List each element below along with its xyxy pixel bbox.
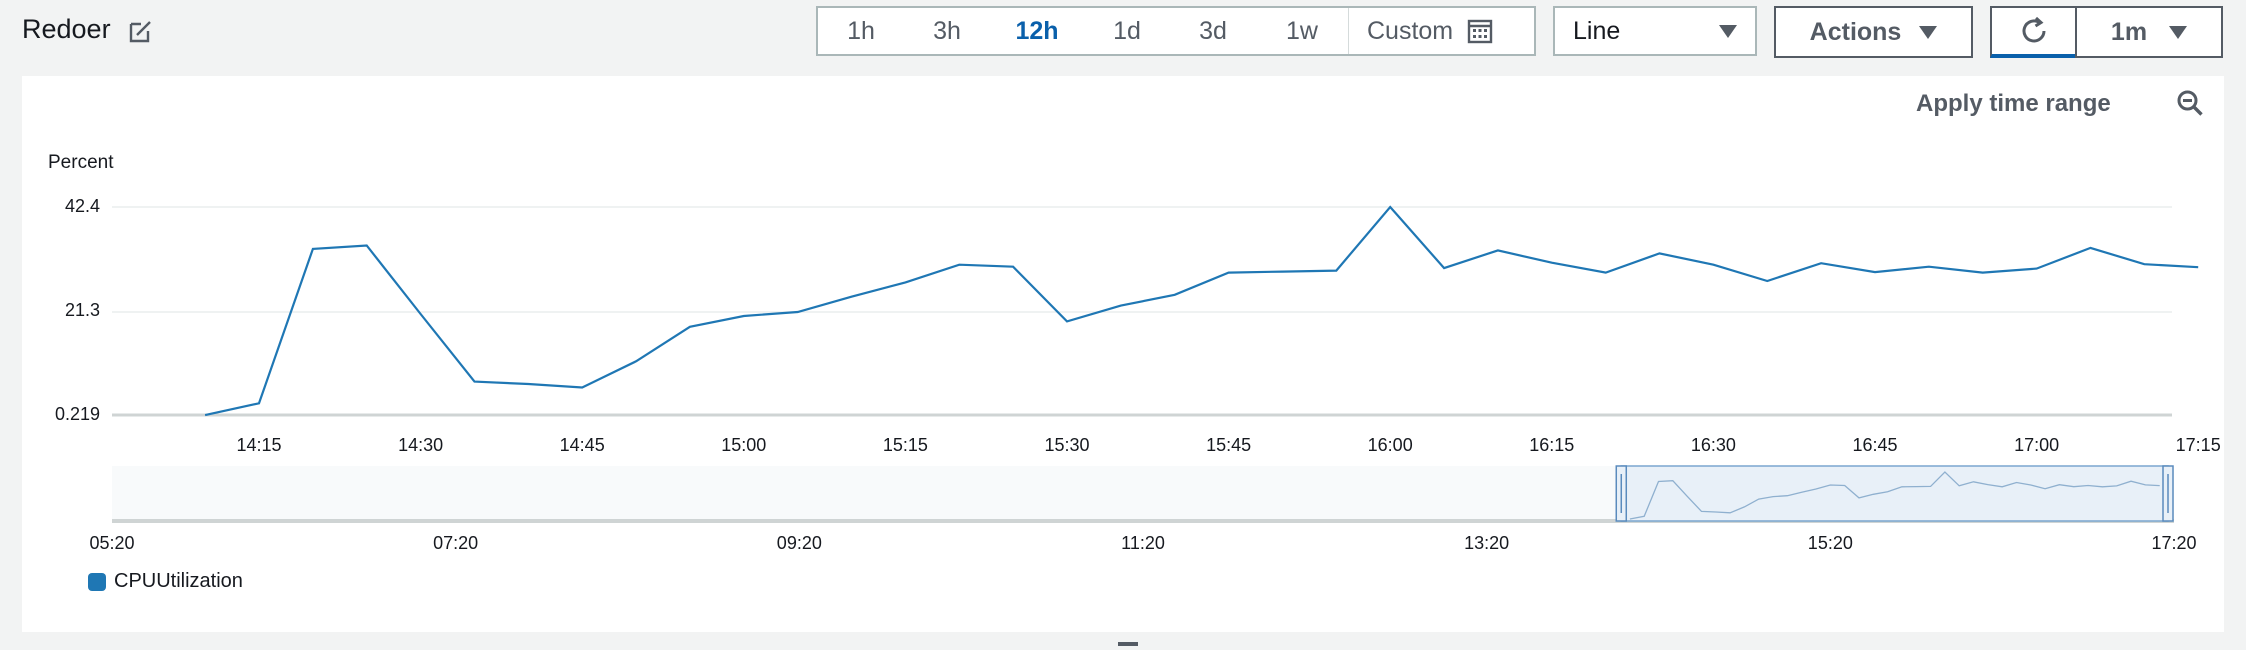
x-tick: 15:30: [1044, 435, 1090, 455]
apply-time-range-button[interactable]: Apply time range: [1916, 90, 2111, 118]
chart-legend[interactable]: CPUUtilization: [88, 570, 243, 593]
x-tick: 16:30: [1690, 435, 1736, 455]
y-tick: 0.219: [54, 404, 100, 424]
navigator-x-tick: 13:20: [1464, 533, 1510, 553]
time-range-1h[interactable]: 1h: [818, 8, 904, 54]
actions-button[interactable]: Actions: [1774, 6, 1973, 58]
x-tick: 17:00: [2014, 435, 2060, 455]
refresh-interval-value: 1m: [2110, 17, 2148, 46]
x-tick: 16:00: [1367, 435, 1413, 455]
x-tick: 16:15: [1529, 435, 1575, 455]
edit-icon[interactable]: [128, 18, 154, 44]
x-tick: 15:00: [721, 435, 767, 455]
y-tick: 21.3: [64, 300, 100, 320]
time-range-selector: 1h 3h 12h 1d 3d 1w Custom: [816, 6, 1536, 56]
navigator-x-tick: 07:20: [433, 533, 479, 553]
x-tick: 15:15: [882, 435, 928, 455]
navigator-x-tick: 11:20: [1121, 533, 1165, 553]
chevron-down-icon: [1719, 24, 1737, 38]
refresh-button[interactable]: [1990, 6, 2077, 58]
chevron-down-icon: [1919, 25, 1938, 39]
calendar-icon: [1467, 19, 1493, 44]
refresh-interval-select[interactable]: 1m: [2075, 6, 2223, 58]
navigator-x-tick: 17:20: [2151, 533, 2197, 553]
dashboard-title: Redoer: [22, 14, 111, 44]
navigator-x-tick: 09:20: [776, 533, 822, 553]
time-range-1w[interactable]: 1w: [1256, 8, 1348, 54]
x-tick: 14:15: [236, 435, 282, 455]
x-tick: 16:45: [1852, 435, 1898, 455]
x-tick: 15:45: [1206, 435, 1252, 455]
legend-swatch: [88, 572, 106, 591]
y-tick: 42.4: [64, 196, 100, 216]
custom-range-button[interactable]: Custom: [1348, 8, 1511, 54]
actions-label: Actions: [1809, 17, 1902, 46]
x-tick: 14:30: [398, 435, 444, 455]
navigator-x-tick: 15:20: [1807, 533, 1853, 553]
time-range-3h[interactable]: 3h: [904, 8, 990, 54]
chart-type-select[interactable]: Line: [1553, 6, 1757, 56]
toolbar: Redoer 1h 3h 12h 1d 3d 1w Custom Line Ac…: [0, 0, 2246, 66]
refresh-icon: [2022, 16, 2045, 43]
y-axis-label: Percent: [48, 152, 114, 173]
chart-type-value: Line: [1573, 16, 1621, 45]
time-range-12h[interactable]: 12h: [990, 8, 1084, 54]
navigator-x-tick: 05:20: [89, 533, 135, 553]
time-range-1d[interactable]: 1d: [1084, 8, 1170, 54]
custom-label: Custom: [1367, 16, 1454, 45]
resize-handle[interactable]: [1118, 642, 1138, 646]
x-tick: 17:15: [2175, 435, 2221, 455]
time-range-3d[interactable]: 3d: [1170, 8, 1256, 54]
legend-label: CPUUtilization: [114, 570, 243, 592]
chevron-down-icon: [2169, 25, 2188, 39]
zoom-out-icon[interactable]: [2176, 89, 2204, 117]
x-tick: 14:45: [559, 435, 605, 455]
